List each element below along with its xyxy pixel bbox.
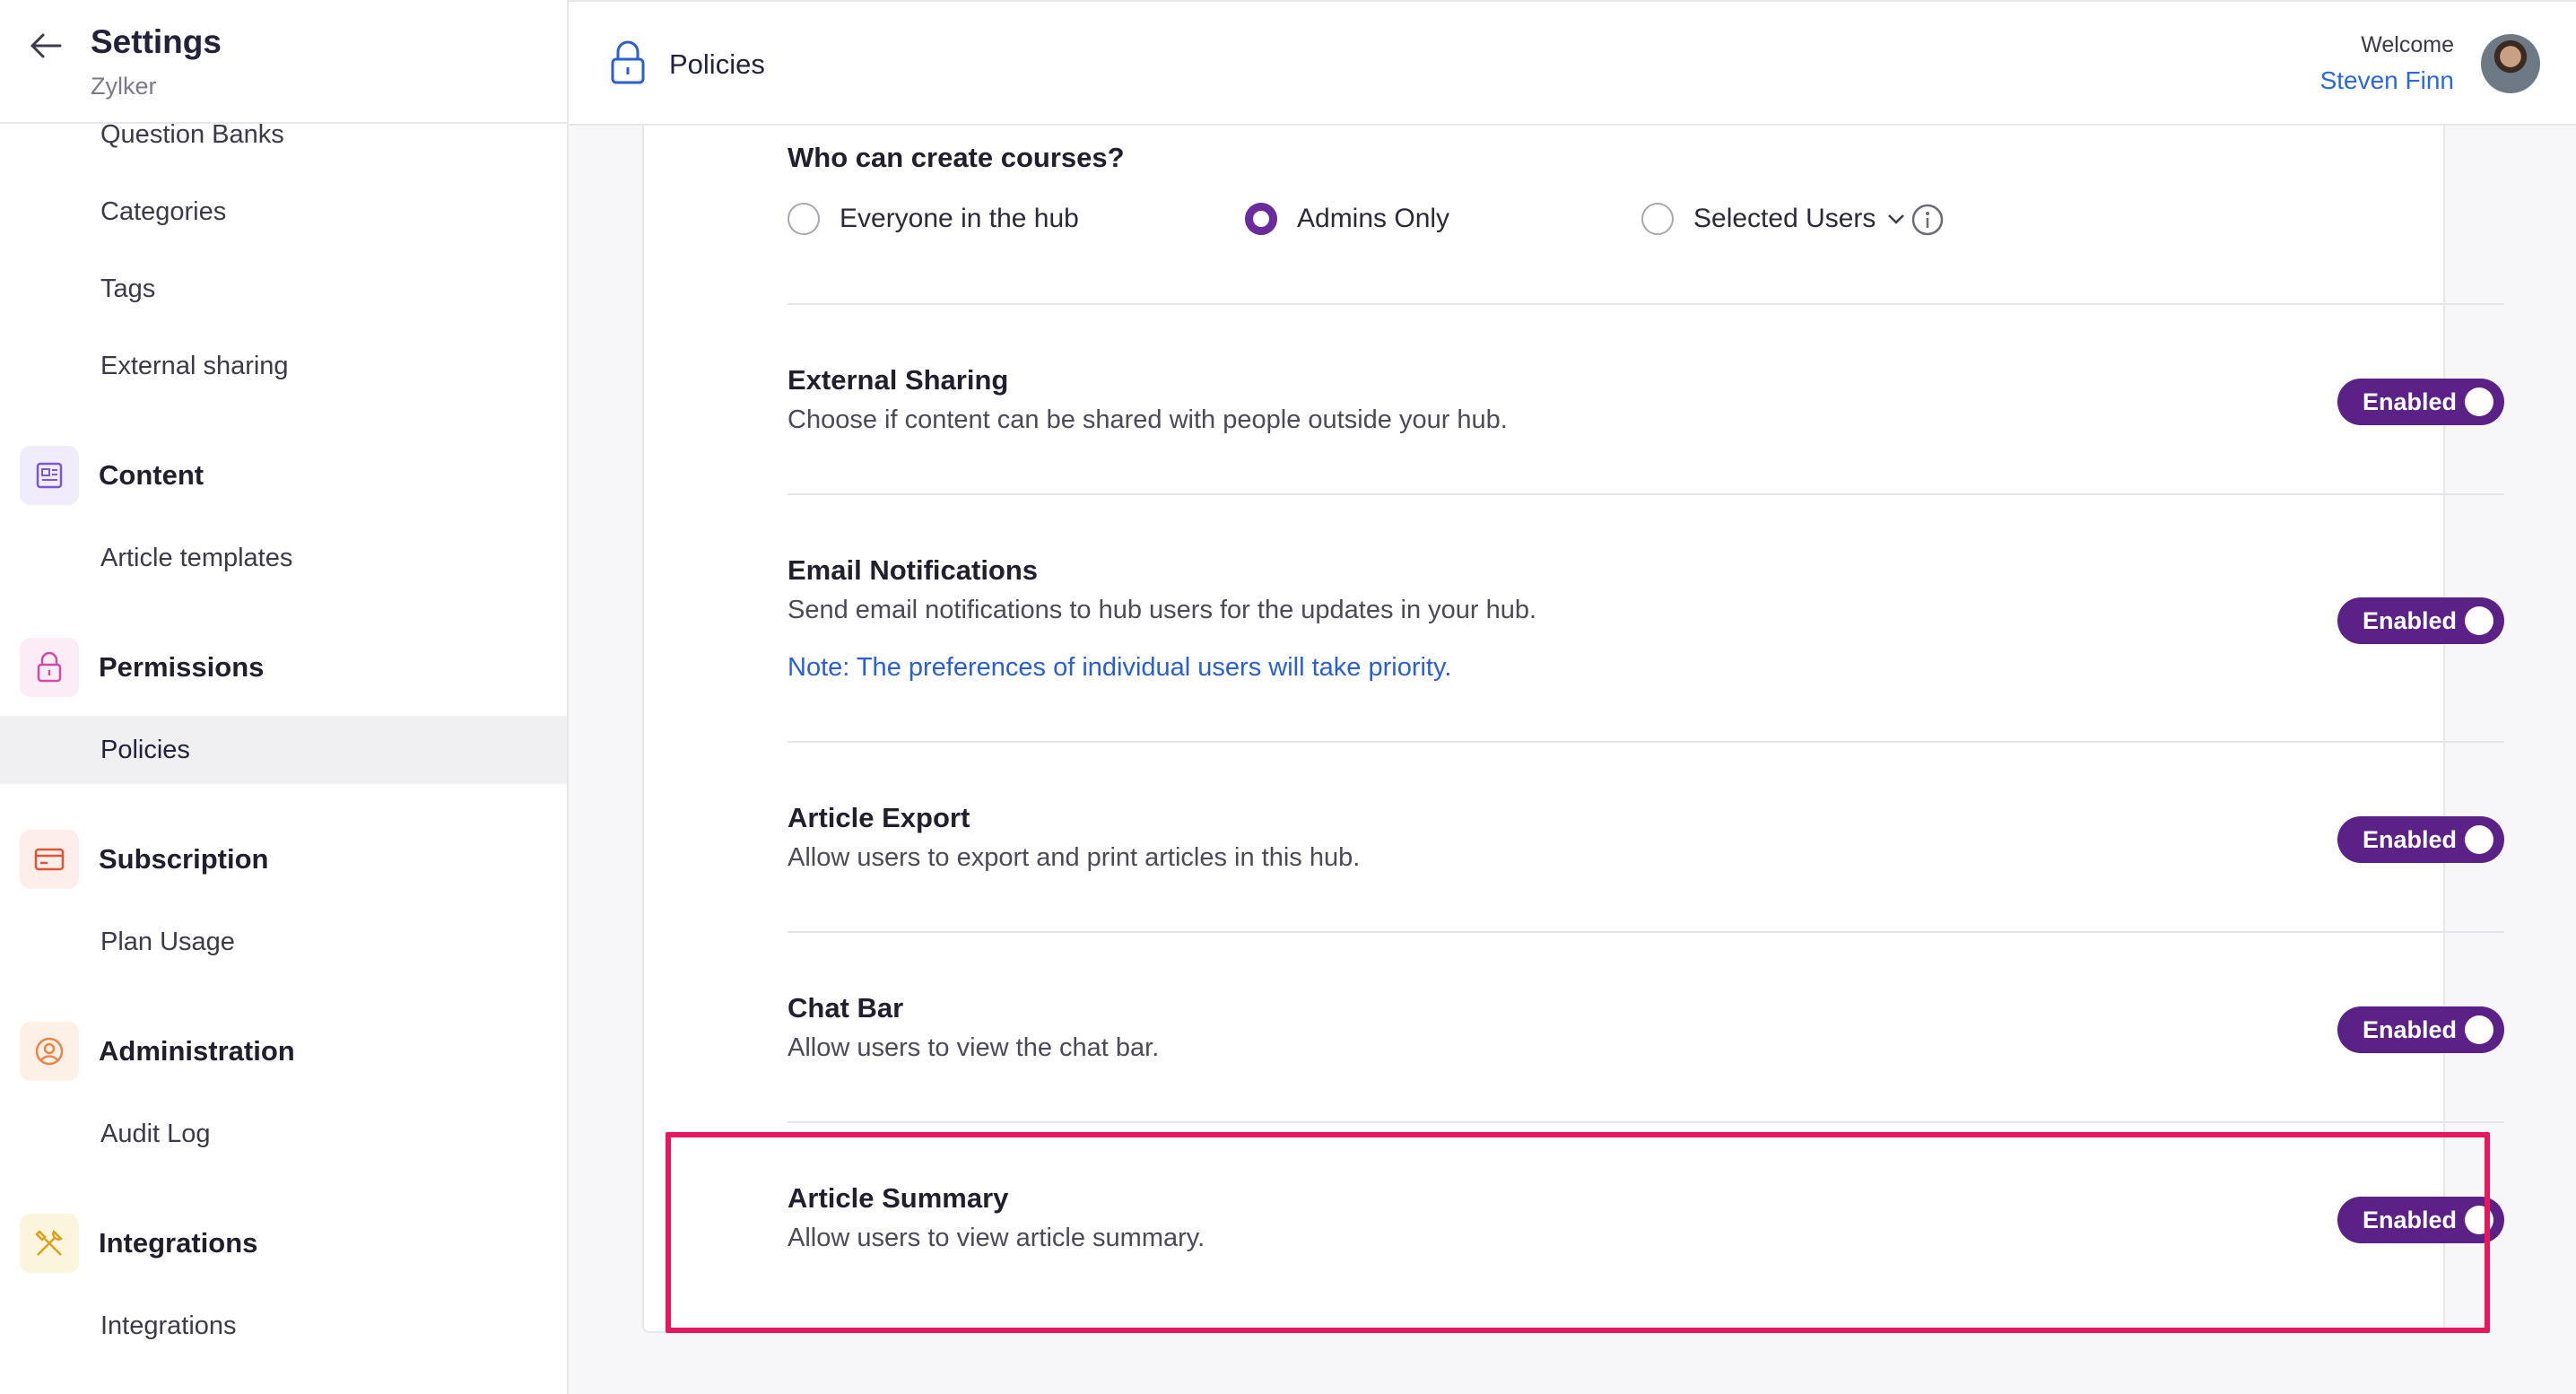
external-sharing-toggle[interactable]: Enabled — [2337, 379, 2504, 425]
user-circle-icon — [20, 1022, 79, 1081]
sidebar-section-integrations[interactable]: Integrations — [0, 1209, 567, 1277]
article-summary-toggle[interactable]: Enabled — [2337, 1197, 2504, 1243]
sidebar: Question Banks Categories Tags External … — [0, 0, 569, 1394]
info-icon[interactable] — [1910, 203, 1945, 237]
policy-description: Choose if content can be shared with peo… — [788, 405, 1508, 434]
policy-title: Email Notifications — [788, 554, 1039, 586]
sidebar-section-administration[interactable]: Administration — [0, 1017, 567, 1085]
policy-title: Chat Bar — [788, 992, 904, 1024]
radio-admins-only[interactable]: Admins Only — [1245, 203, 1449, 235]
divider — [788, 1121, 2504, 1123]
user-name-link[interactable]: Steven Finn — [2320, 66, 2454, 95]
topbar: Policies Welcome Steven Finn — [569, 0, 2576, 126]
avatar[interactable] — [2481, 34, 2540, 93]
sidebar-section-label: Permissions — [99, 651, 265, 683]
toggle-knob — [2465, 1015, 2493, 1044]
sidebar-item-article-templates[interactable]: Article templates — [0, 524, 567, 592]
lock-icon — [611, 40, 645, 84]
courses-question: Who can create courses? — [788, 142, 1125, 173]
settings-title: Settings — [91, 23, 222, 60]
policy-description: Allow users to export and print articles… — [788, 843, 1361, 872]
divider — [788, 493, 2504, 495]
toggle-knob — [2465, 825, 2493, 854]
page-title: Policies — [669, 48, 765, 80]
sidebar-item-policies[interactable]: Policies — [0, 716, 567, 784]
radio-button[interactable] — [1641, 203, 1674, 235]
sidebar-section-label: Content — [99, 459, 205, 491]
tools-icon — [20, 1214, 79, 1273]
policy-note: Note: The preferences of individual user… — [788, 653, 1452, 682]
sidebar-section-subscription[interactable]: Subscription — [0, 825, 567, 893]
card-icon — [20, 830, 79, 889]
chat-bar-toggle[interactable]: Enabled — [2337, 1006, 2504, 1053]
sidebar-section-label: Administration — [99, 1035, 295, 1067]
policy-title: External Sharing — [788, 364, 1009, 396]
sidebar-section-permissions[interactable]: Permissions — [0, 633, 567, 701]
sidebar-item-external-sharing[interactable]: External sharing — [0, 332, 567, 400]
policy-description: Allow users to view the chat bar. — [788, 1033, 1160, 1062]
sidebar-section-label: Integrations — [99, 1227, 258, 1259]
policy-description: Send email notifications to hub users fo… — [788, 596, 1537, 624]
radio-everyone[interactable]: Everyone in the hub — [788, 203, 1079, 235]
policy-title: Article Summary — [788, 1182, 1009, 1214]
toggle-knob — [2465, 606, 2493, 635]
chevron-down-icon[interactable] — [1886, 213, 1906, 225]
policy-title: Article Export — [788, 802, 970, 833]
main-content: Who can create courses? Everyone in the … — [569, 126, 2576, 1394]
radio-button-checked[interactable] — [1245, 203, 1277, 235]
toggle-knob — [2465, 388, 2493, 416]
sidebar-item-categories[interactable]: Categories — [0, 178, 567, 246]
radio-selected-users[interactable]: Selected Users — [1641, 203, 1906, 235]
back-arrow-icon[interactable] — [25, 25, 66, 66]
article-export-toggle[interactable]: Enabled — [2337, 816, 2504, 863]
divider — [788, 931, 2504, 933]
sidebar-item-audit-log[interactable]: Audit Log — [0, 1100, 567, 1168]
email-notifications-toggle[interactable]: Enabled — [2337, 597, 2504, 644]
lock-icon — [20, 638, 79, 697]
org-name: Zylker — [91, 73, 157, 100]
settings-page: Question Banks Categories Tags External … — [0, 0, 2576, 1394]
sidebar-section-label: Subscription — [99, 843, 269, 875]
divider — [788, 303, 2504, 305]
sidebar-item-tags[interactable]: Tags — [0, 255, 567, 323]
welcome-label: Welcome — [2361, 32, 2454, 57]
policies-card: Who can create courses? Everyone in the … — [642, 126, 2504, 1333]
sidebar-section-content[interactable]: Content — [0, 441, 567, 510]
radio-button[interactable] — [788, 203, 820, 235]
toggle-knob — [2465, 1206, 2493, 1234]
policy-description: Allow users to view article summary. — [788, 1224, 1205, 1252]
sidebar-item-plan-usage[interactable]: Plan Usage — [0, 908, 567, 976]
article-icon — [20, 446, 79, 505]
sidebar-item-integrations[interactable]: Integrations — [0, 1292, 567, 1360]
sidebar-header: Settings Zylker — [0, 0, 567, 124]
divider — [788, 741, 2504, 743]
